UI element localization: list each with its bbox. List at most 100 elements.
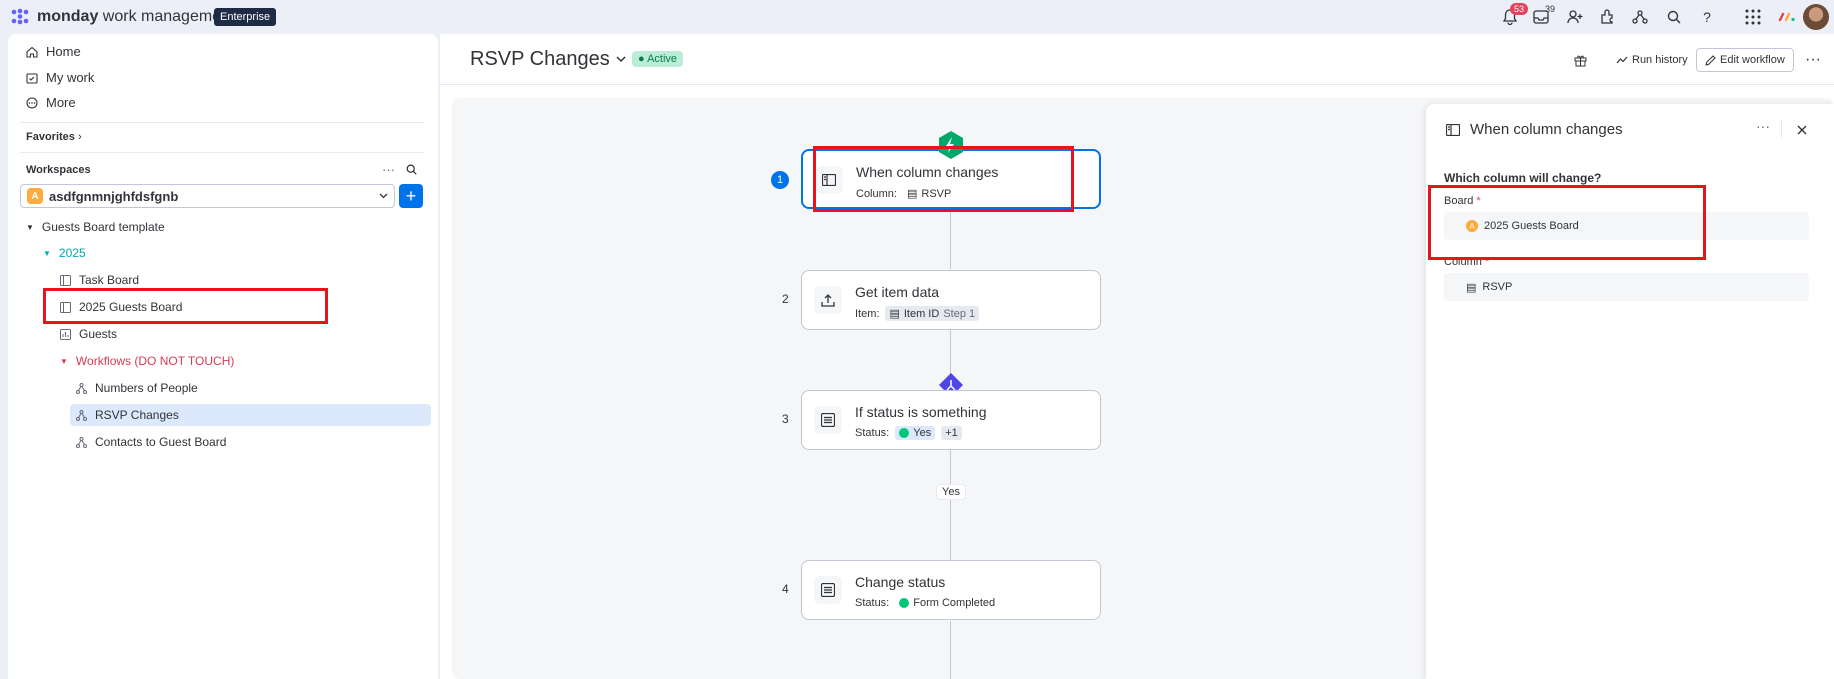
tree-label: Guests bbox=[79, 327, 118, 341]
step-subtitle: Column: ▤ RSVP bbox=[856, 186, 955, 201]
workflow-title[interactable]: RSVP Changes bbox=[470, 48, 626, 71]
panel-title: When column changes bbox=[1470, 121, 1623, 138]
column-chip-text: RSVP bbox=[921, 187, 952, 200]
close-icon[interactable] bbox=[1797, 125, 1807, 135]
step-subtitle: Status: Yes +1 bbox=[855, 426, 962, 440]
monday-products-icon[interactable] bbox=[1777, 8, 1797, 26]
tree-numbers-of-people[interactable]: Numbers of People bbox=[76, 381, 198, 395]
workspaces-more-icon[interactable]: ··· bbox=[382, 162, 395, 177]
panel-more-icon[interactable]: ··· bbox=[1756, 118, 1770, 134]
step-number: 1 bbox=[771, 171, 789, 189]
nav-my-work-label: My work bbox=[46, 70, 95, 85]
step-number: 3 bbox=[782, 412, 789, 426]
workspace-name: asdfgnmnjghfdsfgnb bbox=[49, 188, 179, 204]
connector-line bbox=[950, 211, 951, 269]
run-history-label: Run history bbox=[1632, 54, 1688, 66]
more-options-icon[interactable]: ··· bbox=[1805, 48, 1821, 72]
search-icon[interactable] bbox=[1664, 8, 1684, 26]
status-column-icon bbox=[814, 576, 842, 604]
edit-workflow-button[interactable]: Edit workflow bbox=[1696, 48, 1794, 72]
caret-down-icon: ▼ bbox=[43, 248, 51, 258]
board-select[interactable]: A 2025 Guests Board bbox=[1444, 212, 1809, 240]
step-title: Get item data bbox=[855, 284, 940, 300]
workspaces-label: Workspaces bbox=[26, 164, 91, 176]
invite-members-icon[interactable] bbox=[1565, 8, 1585, 26]
column-icon: ▤ bbox=[906, 188, 918, 200]
tree-rsvp-changes[interactable]: RSVP Changes bbox=[76, 408, 179, 422]
dashboard-icon bbox=[60, 328, 71, 340]
branch-yes-label: Yes bbox=[936, 484, 966, 500]
nav-more-label: More bbox=[46, 95, 76, 110]
workspace-selector[interactable]: A asdfgnmnjghfdsfgnb bbox=[20, 184, 395, 208]
connector-line bbox=[950, 621, 951, 679]
step-subtitle: Item: ▤ Item ID Step 1 bbox=[855, 306, 980, 321]
workflow-step-get-item[interactable]: Get item data Item: ▤ Item ID Step 1 bbox=[801, 270, 1101, 330]
workflows-icon[interactable] bbox=[1630, 8, 1650, 26]
apps-marketplace-icon[interactable] bbox=[1597, 8, 1617, 26]
tree-workflows-folder[interactable]: ▼ Workflows (DO NOT TOUCH) bbox=[60, 354, 234, 368]
column-chip: ▤ RSVP bbox=[903, 186, 955, 201]
tree-label: RSVP Changes bbox=[95, 408, 179, 422]
column-select[interactable]: ▤ RSVP bbox=[1444, 273, 1809, 301]
favorites-section[interactable]: Favorites › bbox=[26, 131, 82, 143]
nav-home[interactable]: Home bbox=[26, 44, 81, 59]
column-field-label: Column * bbox=[1444, 256, 1489, 268]
add-item-button[interactable]: + bbox=[399, 184, 423, 208]
board-field-label: Board * bbox=[1444, 195, 1481, 207]
workflow-step-condition[interactable]: If status is something Status: Yes +1 bbox=[801, 390, 1101, 450]
step-sub-label: Status: bbox=[855, 427, 890, 439]
tree-task-board[interactable]: Task Board bbox=[60, 273, 139, 287]
step-title: Change status bbox=[855, 574, 946, 590]
tree-contacts-to-guest-board[interactable]: Contacts to Guest Board bbox=[76, 435, 226, 449]
workflow-step-change-status[interactable]: Change status Status: Form Completed bbox=[801, 560, 1101, 620]
plus-icon: + bbox=[405, 185, 417, 206]
step-sub-label: Item: bbox=[855, 307, 880, 320]
tree-label: 2025 Guests Board bbox=[79, 300, 183, 314]
required-mark: * bbox=[1484, 256, 1490, 268]
chevron-down-icon bbox=[616, 56, 626, 63]
chevron-right-icon: › bbox=[77, 131, 82, 143]
tree-label: 2025 bbox=[58, 246, 86, 260]
step-title: When column changes bbox=[856, 164, 999, 180]
board-icon bbox=[60, 301, 71, 313]
tree-label: Workflows (DO NOT TOUCH) bbox=[75, 354, 235, 368]
nav-my-work[interactable]: My work bbox=[26, 70, 94, 85]
tree-folder-2025[interactable]: ▼ 2025 bbox=[43, 246, 86, 260]
nav-more[interactable]: More bbox=[26, 95, 76, 110]
help-icon[interactable]: ? bbox=[1697, 8, 1717, 26]
nav-home-label: Home bbox=[46, 44, 81, 59]
status-dot bbox=[899, 598, 910, 608]
trend-icon bbox=[1616, 56, 1628, 64]
connector-line bbox=[950, 450, 951, 560]
monday-logo-icon[interactable] bbox=[10, 8, 30, 26]
my-work-icon bbox=[26, 72, 38, 84]
tree-guests-board-template[interactable]: ▼ Guests Board template bbox=[26, 220, 165, 234]
tree-guests[interactable]: Guests bbox=[60, 327, 117, 341]
tree-label: Guests Board template bbox=[41, 220, 165, 234]
tree-label: Contacts to Guest Board bbox=[95, 435, 227, 449]
gift-button[interactable] bbox=[1574, 48, 1587, 72]
item-id-chip: ▤ Item ID Step 1 bbox=[885, 306, 980, 321]
caret-down-icon: ▼ bbox=[60, 356, 68, 366]
step-number: 2 bbox=[782, 292, 789, 306]
user-avatar[interactable] bbox=[1803, 4, 1829, 30]
column-panel-icon bbox=[815, 166, 843, 194]
plan-badge: Enterprise bbox=[214, 8, 277, 26]
step-title: If status is something bbox=[855, 404, 987, 420]
run-history-button[interactable]: Run history bbox=[1616, 48, 1688, 72]
status-column-icon bbox=[814, 406, 842, 434]
app-grid-icon[interactable] bbox=[1743, 8, 1763, 26]
board-avatar: A bbox=[1466, 220, 1478, 232]
step-ref-text: Step 1 bbox=[943, 307, 976, 320]
more-circle-icon bbox=[26, 96, 38, 109]
status-yes-chip: Yes bbox=[895, 426, 936, 440]
workflow-title-text: RSVP Changes bbox=[470, 48, 610, 70]
workspaces-search-icon[interactable] bbox=[406, 164, 417, 175]
more-values-chip: +1 bbox=[941, 426, 962, 440]
workflow-icon bbox=[76, 382, 87, 394]
upload-icon bbox=[814, 286, 842, 314]
step-config-panel: When column changes ··· Which column wil… bbox=[1426, 104, 1834, 679]
column-value: RSVP bbox=[1482, 281, 1513, 293]
step-sub-label: Column: bbox=[856, 187, 897, 200]
tree-2025-guests-board[interactable]: 2025 Guests Board bbox=[60, 300, 182, 314]
